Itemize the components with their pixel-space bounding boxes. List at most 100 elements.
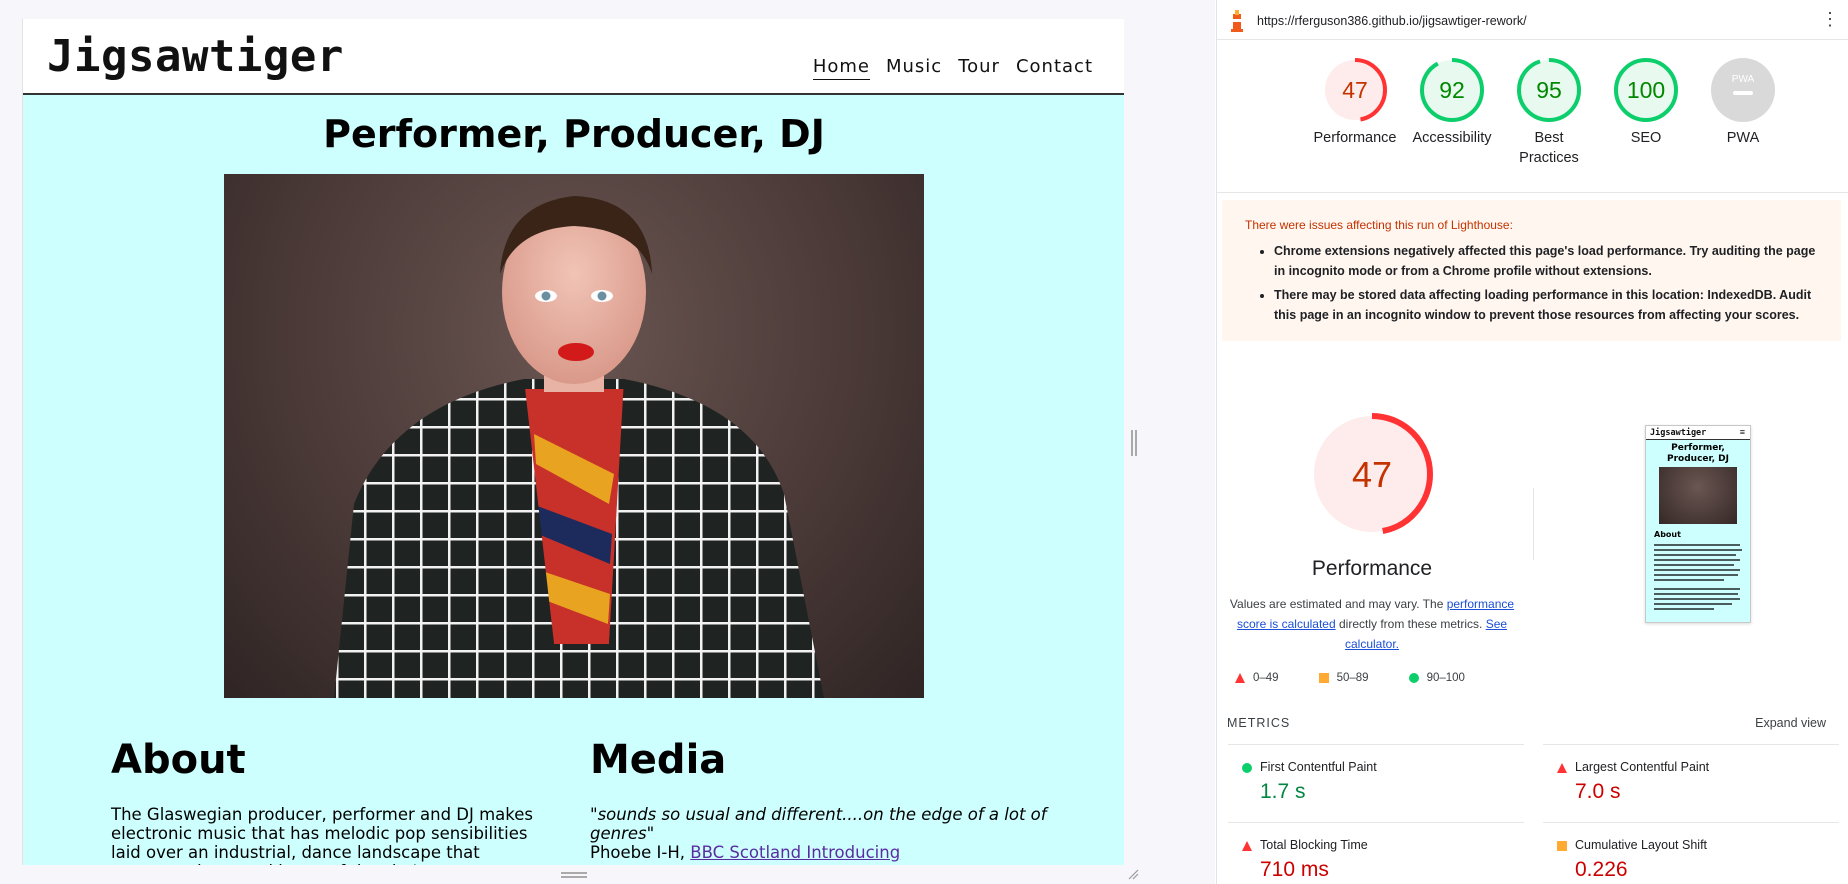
svg-text:100: 100 [1627, 77, 1665, 103]
metric-name: Largest Contentful Paint [1575, 760, 1710, 774]
nav-home[interactable]: Home [812, 56, 870, 80]
divider [1543, 744, 1839, 745]
gauge-performance-ring: 47 [1323, 58, 1387, 122]
expand-view-toggle[interactable]: Expand view [1755, 716, 1826, 730]
metric-largest-contentful-paint: Largest Contentful Paint 7.0 s [1543, 744, 1839, 814]
divider [1228, 822, 1524, 823]
gauge-performance-label: Performance [1313, 130, 1397, 146]
gauge-seo-ring: 100 [1614, 58, 1678, 122]
nav-contact[interactable]: Contact [1016, 56, 1093, 80]
site-header: Jigsawtiger Home Music Tour Contact [23, 19, 1124, 95]
warning-title: There were issues affecting this run of … [1245, 218, 1513, 232]
pwa-badge-icon: PWA [1711, 58, 1775, 122]
warning-item: Chrome extensions negatively affected th… [1274, 241, 1819, 281]
metric-value: 7.0 s [1575, 780, 1621, 803]
divider [1533, 488, 1534, 560]
square-icon [1318, 673, 1329, 683]
audited-url[interactable]: https://rferguson386.github.io/jigsawtig… [1257, 14, 1527, 28]
legend-fail: 0–49 [1235, 672, 1279, 684]
site-logo[interactable]: Jigsawtiger [47, 31, 344, 82]
media-credit-author: Phoebe I-H, [590, 843, 691, 862]
legend-pass: 90–100 [1408, 672, 1465, 684]
metric-total-blocking-time: Total Blocking Time 710 ms [1228, 822, 1524, 884]
gauge-best-practices-ring: 95 [1517, 58, 1581, 122]
gauge-best-practices-label: Best Practices [1519, 130, 1579, 166]
more-options-icon[interactable]: ⋮ [1821, 10, 1839, 28]
legend-fail-range: 0–49 [1253, 672, 1279, 684]
thumbnail-text-line [1654, 544, 1740, 546]
about-text: The Glaswegian producer, performer and D… [111, 805, 534, 865]
lighthouse-panel: https://rferguson386.github.io/jigsawtig… [1216, 0, 1848, 884]
metrics-heading: METRICS [1227, 716, 1291, 730]
desc-prefix: Values are estimated and may vary. The [1229, 597, 1447, 611]
metric-name: First Contentful Paint [1260, 760, 1377, 774]
metric-name: Total Blocking Time [1260, 838, 1368, 852]
svg-text:92: 92 [1439, 77, 1465, 103]
thumbnail-text-line [1654, 569, 1740, 571]
gauge-accessibility-label: Accessibility [1412, 130, 1492, 146]
legend-pass-range: 90–100 [1426, 672, 1465, 684]
final-screenshot-thumbnail[interactable]: Jigsawtiger ≡ Performer, Producer, DJ Ab… [1645, 425, 1751, 623]
pass-circle-icon [1242, 763, 1252, 773]
hero-photo [224, 174, 924, 698]
metric-value: 1.7 s [1260, 780, 1306, 803]
average-square-icon [1557, 841, 1567, 851]
gauge-seo[interactable]: 100 SEO [1598, 56, 1694, 148]
legend-average-range: 50–89 [1336, 672, 1369, 684]
gauge-accessibility-ring: 92 [1420, 58, 1484, 122]
viewport-height-resize-handle[interactable] [561, 872, 587, 878]
fail-triangle-icon [1242, 841, 1252, 851]
legend-average: 50–89 [1318, 672, 1369, 684]
svg-text:95: 95 [1536, 77, 1562, 103]
bbc-scotland-link[interactable]: BBC Scotland Introducing [690, 843, 900, 862]
thumbnail-text-line [1654, 554, 1736, 556]
lighthouse-warning-box: There were issues affecting this run of … [1222, 200, 1841, 341]
thumbnail-text-line [1654, 603, 1732, 605]
thumbnail-logo: Jigsawtiger [1650, 428, 1707, 438]
thumbnail-text-line [1654, 564, 1734, 566]
gauge-seo-label: SEO [1630, 130, 1662, 146]
metric-first-contentful-paint: First Contentful Paint 1.7 s [1228, 744, 1524, 814]
thumbnail-text-line [1654, 574, 1738, 576]
website-viewport: Jigsawtiger Home Music Tour Contact Perf… [22, 19, 1124, 865]
warning-list: Chrome extensions negatively affected th… [1274, 241, 1819, 329]
thumbnail-text-line [1654, 588, 1740, 590]
performance-score-gauge: 47 [1311, 413, 1433, 535]
pwa-badge-text: PWA [1732, 74, 1755, 85]
metric-cumulative-layout-shift: Cumulative Layout Shift 0.226 [1543, 822, 1839, 884]
triangle-icon [1235, 673, 1245, 683]
svg-text:47: 47 [1352, 454, 1392, 495]
gauge-accessibility[interactable]: 92 Accessibility [1404, 56, 1500, 148]
gauge-pwa[interactable]: PWA PWA [1695, 56, 1791, 148]
thumbnail-photo [1659, 467, 1737, 524]
thumbnail-title: Performer, Producer, DJ [1667, 443, 1729, 464]
performance-description: Values are estimated and may vary. The p… [1227, 594, 1517, 654]
performance-heading: Performance [1311, 557, 1433, 580]
viewport-corner-resize-handle[interactable] [1127, 868, 1139, 880]
gauge-best-practices[interactable]: 95 Best Practices [1501, 56, 1597, 168]
viewport-width-resize-handle[interactable] [1131, 430, 1137, 456]
media-heading: Media [590, 737, 727, 783]
media-quote: "sounds so usual and different....on the… [590, 805, 1047, 843]
divider [1228, 744, 1524, 745]
gauge-performance[interactable]: 47 Performance [1307, 56, 1403, 148]
main-nav: Home Music Tour Contact [812, 56, 1093, 80]
desc-middle: directly from these metrics. [1335, 617, 1486, 631]
metric-name: Cumulative Layout Shift [1575, 838, 1708, 852]
nav-tour[interactable]: Tour [958, 56, 1000, 80]
thumbnail-about: About [1654, 530, 1681, 539]
lighthouse-icon [1231, 10, 1243, 32]
metric-value: 0.226 [1575, 858, 1628, 881]
svg-text:47: 47 [1342, 77, 1368, 103]
about-heading: About [111, 737, 246, 783]
circle-icon [1408, 673, 1419, 683]
thumbnail-text-line [1654, 549, 1742, 551]
nav-music[interactable]: Music [886, 56, 942, 80]
score-legend: 0–49 50–89 90–100 [1235, 672, 1465, 684]
media-credit: Phoebe I-H, BBC Scotland Introducing [590, 843, 900, 862]
thumbnail-text-line [1654, 579, 1724, 581]
lighthouse-topbar: https://rferguson386.github.io/jigsawtig… [1217, 0, 1848, 40]
thumbnail-text-line [1654, 593, 1738, 595]
fail-triangle-icon [1557, 763, 1567, 773]
hamburger-icon: ≡ [1739, 427, 1745, 437]
